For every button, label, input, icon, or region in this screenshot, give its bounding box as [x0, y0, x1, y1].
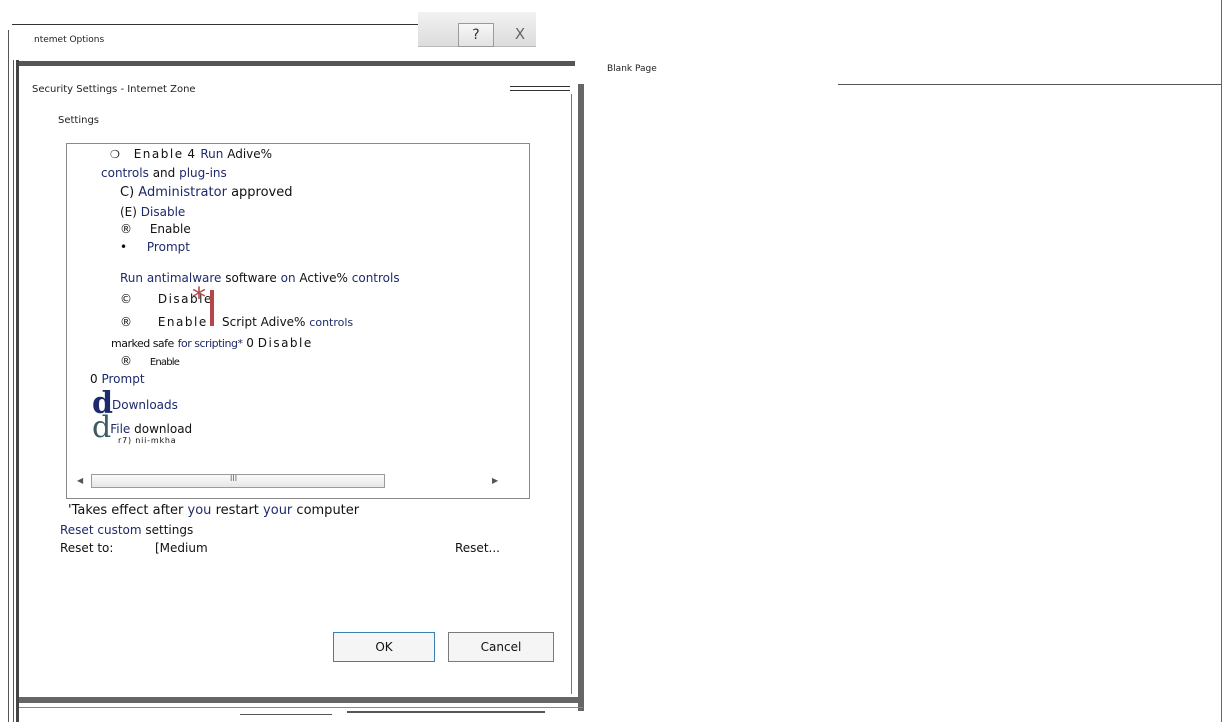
dialog-top-border — [19, 61, 575, 66]
garbled-text: r7) nii-mkha — [118, 436, 177, 445]
list-item-controls-plugins: controls and plug-ins — [101, 166, 227, 180]
radio-icon: ❍ — [110, 148, 120, 161]
close-button[interactable]: X — [505, 23, 535, 45]
close-icon: X — [514, 25, 526, 43]
list-item-prompt-2[interactable]: 0 Prompt — [90, 372, 145, 386]
help-icon: ? — [472, 27, 480, 43]
list-item-run-antimalware: Run antimalware software on Active% cont… — [120, 271, 400, 285]
list-item-marked-safe[interactable]: marked safe for scripting* 0 Disable — [111, 336, 313, 350]
file-download-icon: d — [92, 410, 111, 445]
bottom-rule — [347, 711, 545, 713]
scroll-left-arrow-icon[interactable]: ◀ — [77, 476, 83, 485]
reset-button[interactable]: Reset... — [455, 541, 500, 555]
list-item-enable-run-activex[interactable]: ❍ Enable 4 Run Adive% — [110, 147, 272, 161]
outer-window-left-border — [8, 30, 9, 722]
list-item-disable[interactable]: (E) Disable — [120, 205, 185, 219]
reset-level-select[interactable]: [Medium — [155, 541, 208, 555]
dialog-bottom-border — [19, 697, 583, 703]
list-item-enable-2[interactable]: ® Enable — [120, 315, 208, 329]
dialog-title: Security Settings - Internet Zone — [32, 84, 196, 95]
right-divider — [838, 84, 1222, 85]
bottom-rule — [240, 714, 332, 715]
scrollbar-thumb[interactable] — [91, 474, 385, 488]
dialog-title-rule — [510, 86, 570, 87]
dialog-title-rule — [510, 90, 570, 91]
star-mark: * — [192, 281, 206, 314]
radio-icon: ® — [120, 354, 132, 368]
list-item-enable[interactable]: ® Enable — [120, 222, 191, 236]
restart-footnote: 'Takes effect after you restart your com… — [68, 503, 360, 518]
red-marker — [210, 290, 214, 326]
settings-label: Settings — [58, 115, 100, 126]
help-button[interactable]: ? — [458, 23, 494, 47]
blank-page-tab[interactable]: Blank Page — [607, 64, 657, 74]
cancel-button[interactable]: Cancel — [448, 632, 554, 662]
dialog-right-border — [571, 94, 572, 694]
radio-icon: ® — [120, 315, 132, 329]
outer-window-left-border-inner — [13, 60, 14, 722]
radio-icon: ® — [120, 222, 132, 236]
scrollbar-grip-icon: III — [230, 474, 238, 483]
radio-icon: • — [120, 240, 128, 254]
radio-icon: © — [120, 292, 132, 306]
outer-window-title: ntemet Options — [34, 35, 105, 45]
dialog-bottom-line — [19, 707, 583, 708]
ok-button[interactable]: OK — [333, 632, 435, 662]
reset-section-label: Reset custom settings — [60, 523, 194, 537]
scroll-right-arrow-icon[interactable]: ▶ — [492, 476, 498, 485]
list-item-script-activex: Script Adive% controls — [222, 315, 354, 329]
reset-to-label: Reset to: — [60, 541, 114, 555]
dialog-right-shadow — [578, 84, 584, 711]
list-item-prompt[interactable]: • Prompt — [120, 240, 190, 254]
dialog-left-border — [16, 60, 19, 722]
list-item-enable-3[interactable]: ® Enable — [120, 354, 180, 368]
list-item-admin-approved[interactable]: C) Administrator approved — [120, 185, 293, 200]
